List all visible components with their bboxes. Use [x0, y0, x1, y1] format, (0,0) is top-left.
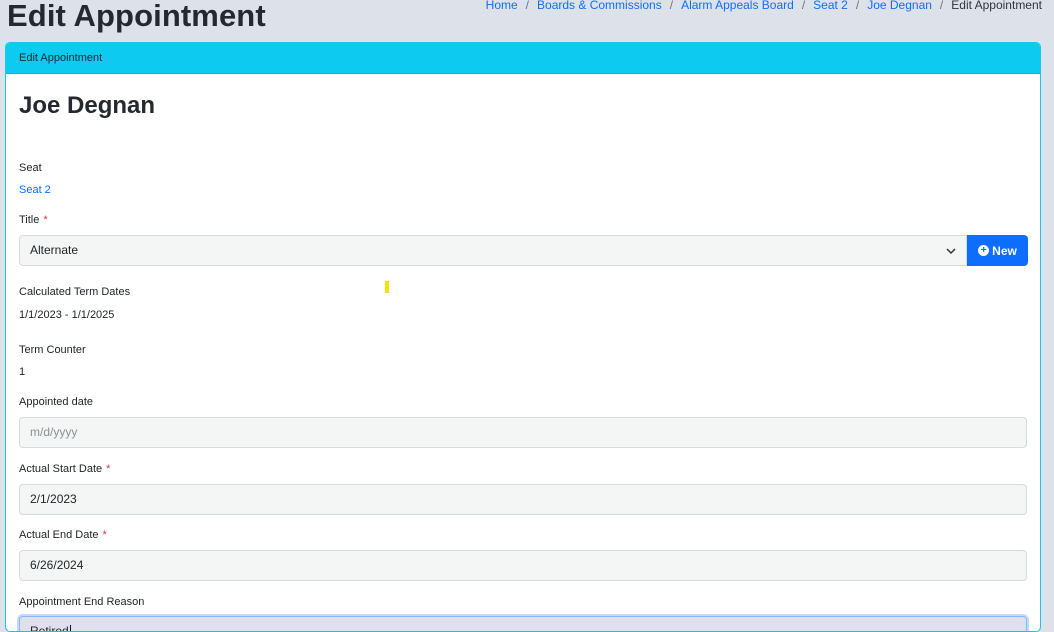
- chevron-down-icon: [946, 236, 956, 265]
- term-counter-value: 1: [19, 366, 26, 378]
- breadcrumb-separator: /: [939, 0, 944, 12]
- edit-appointment-card: Edit Appointment Joe Degnan Seat Seat 2 …: [5, 42, 1041, 632]
- breadcrumb-separator: /: [525, 0, 530, 12]
- breadcrumb-home[interactable]: Home: [486, 0, 518, 12]
- page-title: Edit Appointment: [7, 0, 266, 33]
- breadcrumb-current: Edit Appointment: [951, 0, 1042, 12]
- term-counter-label: Term Counter: [19, 344, 86, 356]
- breadcrumb: Home / Boards & Commissions / Alarm Appe…: [486, 0, 1042, 12]
- end-reason-input[interactable]: Retired: [19, 616, 1027, 631]
- new-title-button[interactable]: + New: [967, 235, 1028, 266]
- required-marker: *: [102, 529, 107, 541]
- end-reason-label: Appointment End Reason: [19, 596, 145, 608]
- start-date-label: Actual Start Date *: [19, 463, 111, 475]
- text-caret: [69, 624, 71, 631]
- end-date-input[interactable]: 6/26/2024: [19, 550, 1027, 581]
- required-marker: *: [106, 463, 111, 475]
- breadcrumb-separator: /: [855, 0, 860, 12]
- plus-circle-icon: +: [978, 245, 990, 256]
- breadcrumb-boards[interactable]: Boards & Commissions: [537, 0, 662, 12]
- breadcrumb-board[interactable]: Alarm Appeals Board: [681, 0, 794, 12]
- breadcrumb-separator: /: [669, 0, 674, 12]
- seat-link[interactable]: Seat 2: [19, 184, 51, 196]
- title-select[interactable]: Alternate: [19, 235, 967, 266]
- term-dates-label: Calculated Term Dates: [19, 286, 131, 298]
- breadcrumb-person[interactable]: Joe Degnan: [867, 0, 932, 12]
- term-dates-value: 1/1/2023 - 1/1/2025: [19, 309, 115, 321]
- title-label: Title *: [19, 214, 48, 226]
- card-header: Edit Appointment: [6, 43, 1040, 74]
- required-marker: *: [43, 214, 48, 226]
- start-date-input[interactable]: 2/1/2023: [19, 484, 1027, 515]
- end-date-label: Actual End Date *: [19, 529, 107, 541]
- appointed-date-input[interactable]: m/d/yyyy: [19, 417, 1027, 448]
- breadcrumb-seat[interactable]: Seat 2: [813, 0, 848, 12]
- breadcrumb-separator: /: [801, 0, 806, 12]
- seat-label: Seat: [19, 162, 42, 174]
- cursor-highlight: [385, 281, 389, 293]
- person-name: Joe Degnan: [19, 92, 156, 119]
- appointed-date-label: Appointed date: [19, 396, 94, 408]
